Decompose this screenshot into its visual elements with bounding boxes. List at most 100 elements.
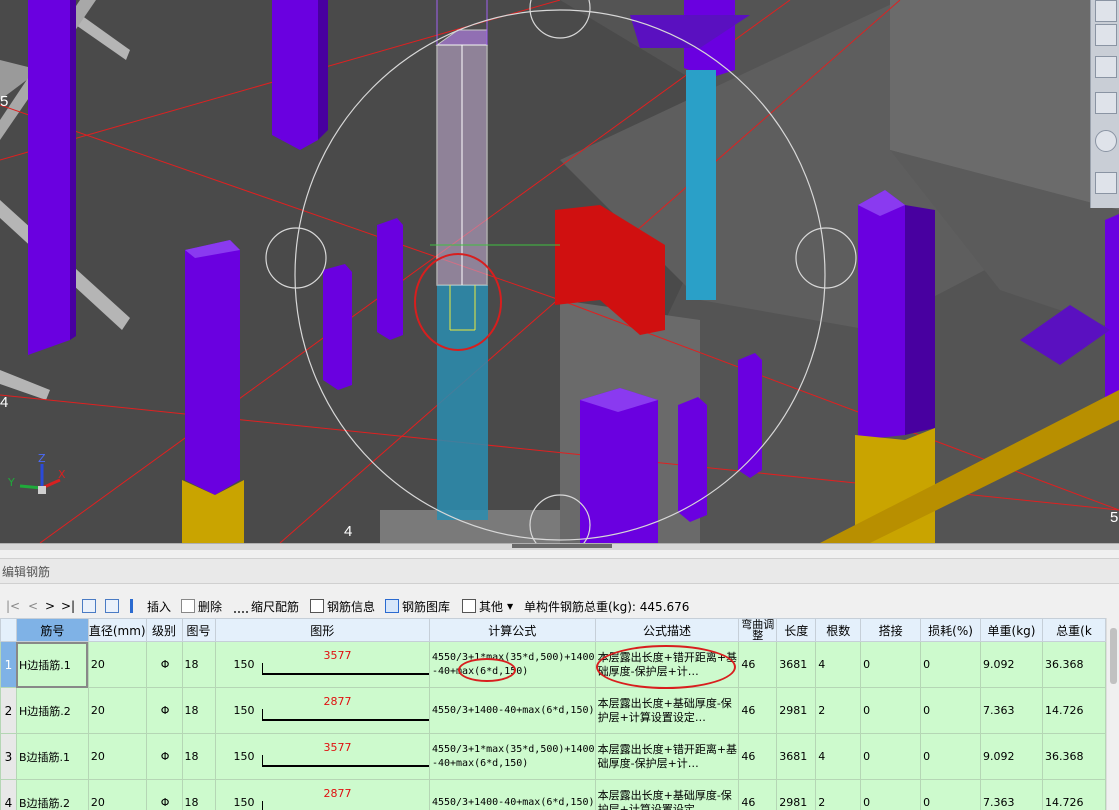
col-header-count[interactable]: 根数 [815,618,862,642]
col-header-grade[interactable]: 级别 [145,618,183,642]
loss-cell[interactable]: 0 [920,687,982,734]
bend-adjust-cell[interactable]: 46 [738,779,778,810]
bar-no-cell[interactable]: H边插筋.2 [15,687,89,734]
toolbar-tool-icon[interactable] [1095,0,1117,22]
lap-cell[interactable]: 0 [860,641,922,688]
formula-cell[interactable]: 4550/3+1400-40+max(6*d,150) [428,687,596,734]
loss-cell[interactable]: 0 [920,733,982,780]
shape-cell[interactable]: 150 3577 [214,733,430,780]
count-cell[interactable]: 4 [815,641,862,688]
diameter-cell[interactable]: 20 [87,733,147,780]
next-record-button[interactable]: > [45,597,55,615]
total-weight-cell[interactable]: 14.726 [1041,687,1106,734]
bend-adjust-cell[interactable]: 46 [738,687,778,734]
col-header-length[interactable]: 长度 [776,618,817,642]
table-row[interactable]: 1 H边插筋.1 20 Φ 18 150 3577 4550/3+1*max(35*d,500… [0,641,1106,688]
row-number[interactable]: 3 [0,733,17,780]
diameter-cell[interactable]: 20 [87,779,147,810]
unit-weight-cell[interactable]: 9.092 [980,733,1043,780]
formula-desc-cell[interactable]: 本层露出长度+错开距离+基础厚度-保护层+计… [594,641,740,688]
col-header-figure-no[interactable]: 图号 [181,618,216,642]
col-header-formula[interactable]: 计算公式 [428,618,596,642]
figure-no-cell[interactable]: 18 [181,779,216,810]
unit-weight-cell[interactable]: 7.363 [980,687,1043,734]
grade-cell[interactable]: Φ [145,687,183,734]
cube-icon[interactable] [1095,92,1117,114]
lap-cell[interactable]: 0 [860,687,922,734]
move-down-icon[interactable] [105,597,122,615]
length-cell[interactable]: 2981 [776,779,817,810]
shape-cell[interactable]: 150 2877 [214,779,430,810]
row-number[interactable]: 2 [0,687,17,734]
col-header-bend-adjust[interactable]: 弯曲调整 [738,618,778,642]
bar-no-cell[interactable]: B边插筋.2 [15,779,89,810]
lap-cell[interactable]: 0 [860,733,922,780]
col-header-shape[interactable]: 图形 [214,618,430,642]
scale-rebar-button[interactable]: 缩尺配筋 [234,597,299,615]
formula-desc-cell[interactable]: 本层露出长度+基础厚度-保护层+计算设置设定… [594,687,740,734]
length-cell[interactable]: 3681 [776,641,817,688]
col-header-diameter[interactable]: 直径(mm) [87,618,147,642]
formula-cell[interactable]: 4550/3+1*max(35*d,500)+1400-40+max(6*d,1… [428,641,596,688]
count-cell[interactable]: 2 [815,779,862,810]
figure-no-cell[interactable]: 18 [181,687,216,734]
move-up-icon[interactable] [82,597,99,615]
table-row[interactable]: 4 B边插筋.2 20 Φ 18 150 2877 4550/3+1400-40+max(6*… [0,779,1106,810]
lap-cell[interactable]: 0 [860,779,922,810]
delete-button[interactable]: 删除 [181,597,222,615]
col-header-unit-weight[interactable]: 单重(kg) [980,618,1043,642]
length-cell[interactable]: 2981 [776,687,817,734]
row-number[interactable]: 4 [0,779,17,810]
table-row[interactable]: 3 B边插筋.1 20 Φ 18 150 3577 4550/3+1*max(35*d,500… [0,733,1106,780]
diameter-cell[interactable]: 20 [87,641,147,688]
col-header-lap[interactable]: 搭接 [860,618,922,642]
grade-cell[interactable]: Φ [145,641,183,688]
view-2d-icon[interactable] [1095,24,1117,46]
insert-button[interactable]: 插入 [130,597,171,615]
table-row[interactable]: 2 H边插筋.2 20 Φ 18 150 2877 4550/3+1400-40+max(6*… [0,687,1106,734]
loss-cell[interactable]: 0 [920,641,982,688]
formula-desc-cell[interactable]: 本层露出长度+错开距离+基础厚度-保护层+计… [594,733,740,780]
vertical-scrollbar[interactable] [1106,618,1119,810]
scrollbar-thumb[interactable] [1110,628,1117,684]
3d-viewport[interactable]: 5 4 4 5 Z Y X [0,0,1119,543]
splitter-grip[interactable] [512,544,612,548]
formula-cell[interactable]: 4550/3+1*max(35*d,500)+1400-40+max(6*d,1… [428,733,596,780]
col-header-formula-desc[interactable]: 公式描述 [594,618,740,642]
col-header-loss[interactable]: 损耗(%) [920,618,982,642]
unit-weight-cell[interactable]: 7.363 [980,779,1043,810]
bend-adjust-cell[interactable]: 46 [738,641,778,688]
row-number[interactable]: 1 [0,641,17,688]
diameter-cell[interactable]: 20 [87,687,147,734]
layout-icon[interactable] [1095,172,1117,194]
total-weight-cell[interactable]: 14.726 [1041,779,1106,810]
shape-cell[interactable]: 150 2877 [214,687,430,734]
figure-no-cell[interactable]: 18 [181,733,216,780]
length-cell[interactable]: 3681 [776,733,817,780]
formula-desc-cell[interactable]: 本层露出长度+基础厚度-保护层+计算设置设定… [594,779,740,810]
orbit-icon[interactable] [1095,130,1117,152]
grade-cell[interactable]: Φ [145,733,183,780]
view-3d-icon[interactable] [1095,56,1117,78]
shape-cell[interactable]: 150 3577 [214,641,430,688]
total-weight-cell[interactable]: 36.368 [1041,733,1106,780]
first-record-button[interactable]: |< [6,597,20,615]
grade-cell[interactable]: Φ [145,779,183,810]
rebar-info-button[interactable]: 钢筋信息 [310,597,375,615]
bend-adjust-cell[interactable]: 46 [738,733,778,780]
bar-no-cell[interactable]: H边插筋.1 [15,641,89,688]
other-dropdown[interactable]: 其他 ▼ [462,597,513,615]
last-record-button[interactable]: >| [61,597,75,615]
figure-no-cell[interactable]: 18 [181,641,216,688]
formula-cell[interactable]: 4550/3+1400-40+max(6*d,150) [428,779,596,810]
rebar-library-button[interactable]: 钢筋图库 [385,597,450,615]
loss-cell[interactable]: 0 [920,779,982,810]
total-weight-cell[interactable]: 36.368 [1041,641,1106,688]
prev-record-button[interactable]: < [28,597,38,615]
panel-splitter[interactable] [0,543,1119,550]
col-header-bar-no[interactable]: 筋号 [15,618,89,642]
count-cell[interactable]: 4 [815,733,862,780]
unit-weight-cell[interactable]: 9.092 [980,641,1043,688]
col-header-total-weight[interactable]: 总重(k [1041,618,1106,642]
bar-no-cell[interactable]: B边插筋.1 [15,733,89,780]
